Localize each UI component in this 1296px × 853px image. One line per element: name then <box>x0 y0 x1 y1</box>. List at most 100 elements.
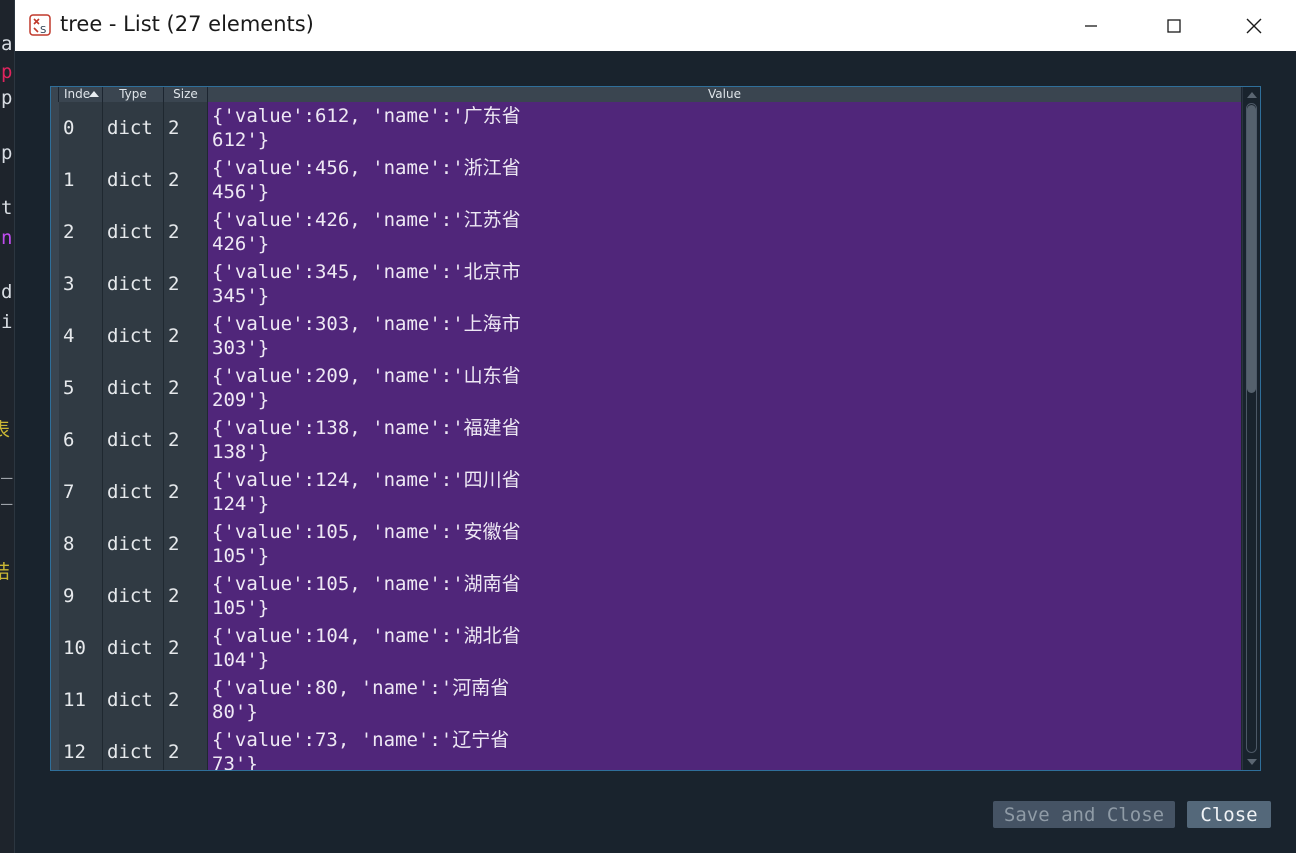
size-cell[interactable]: 2 <box>164 154 208 206</box>
maximize-icon <box>1167 18 1181 33</box>
type-cell[interactable]: dict <box>103 206 164 258</box>
scroll-down-icon[interactable] <box>1247 759 1257 765</box>
table-row[interactable]: 11 dict 2 {'value':80, 'name':'河南省 80'} <box>51 674 1242 726</box>
table-row[interactable]: 3 dict 2 {'value':345, 'name':'北京市 345'} <box>51 258 1242 310</box>
list-table[interactable]: Inde Type Size Value 0 dict 2 {'value':6… <box>50 86 1261 771</box>
editor-fragment: a <box>1 33 13 55</box>
index-cell[interactable]: 1 <box>59 154 103 206</box>
table-row[interactable]: 12 dict 2 {'value':73, 'name':'辽宁省 73'} <box>51 726 1242 770</box>
index-cell[interactable]: 6 <box>59 414 103 466</box>
type-cell[interactable]: dict <box>103 310 164 362</box>
size-cell[interactable]: 2 <box>164 258 208 310</box>
type-cell[interactable]: dict <box>103 726 164 770</box>
size-cell[interactable]: 2 <box>164 518 208 570</box>
column-header-index[interactable]: Inde <box>59 87 103 102</box>
row-gutter <box>51 674 59 726</box>
value-cell[interactable]: {'value':105, 'name':'湖南省 105'} <box>208 570 1242 622</box>
table-body: 0 dict 2 {'value':612, 'name':'广东省 612'} … <box>51 102 1242 770</box>
editor-fragment: 表 <box>0 419 11 441</box>
type-cell[interactable]: dict <box>103 258 164 310</box>
value-line: 456'} <box>212 181 270 203</box>
size-cell[interactable]: 2 <box>164 362 208 414</box>
index-cell[interactable]: 8 <box>59 518 103 570</box>
index-cell[interactable]: 12 <box>59 726 103 770</box>
table-row[interactable]: 10 dict 2 {'value':104, 'name':'湖北省 104'} <box>51 622 1242 674</box>
table-row[interactable]: 0 dict 2 {'value':612, 'name':'广东省 612'} <box>51 102 1242 154</box>
index-cell[interactable]: 3 <box>59 258 103 310</box>
value-cell[interactable]: {'value':138, 'name':'福建省 138'} <box>208 414 1242 466</box>
size-cell[interactable]: 2 <box>164 310 208 362</box>
value-cell[interactable]: {'value':80, 'name':'河南省 80'} <box>208 674 1242 726</box>
row-gutter <box>51 206 59 258</box>
type-cell[interactable]: dict <box>103 102 164 154</box>
maximize-button[interactable] <box>1144 0 1204 51</box>
value-line: 73'} <box>212 753 258 770</box>
save-and-close-button[interactable]: Save and Close <box>993 801 1175 828</box>
column-header-label: Inde <box>64 87 91 101</box>
close-window-button[interactable] <box>1224 0 1284 51</box>
index-cell[interactable]: 0 <box>59 102 103 154</box>
size-cell[interactable]: 2 <box>164 570 208 622</box>
row-gutter <box>51 258 59 310</box>
value-line: {'value':105, 'name':'湖南省 <box>212 573 521 595</box>
value-line: 124'} <box>212 493 270 515</box>
index-cell[interactable]: 5 <box>59 362 103 414</box>
table-row[interactable]: 4 dict 2 {'value':303, 'name':'上海市 303'} <box>51 310 1242 362</box>
column-header-type[interactable]: Type <box>103 87 164 102</box>
table-row[interactable]: 2 dict 2 {'value':426, 'name':'江苏省 426'} <box>51 206 1242 258</box>
index-cell[interactable]: 7 <box>59 466 103 518</box>
type-cell[interactable]: dict <box>103 518 164 570</box>
type-cell[interactable]: dict <box>103 466 164 518</box>
value-cell[interactable]: {'value':124, 'name':'四川省 124'} <box>208 466 1242 518</box>
type-cell[interactable]: dict <box>103 154 164 206</box>
type-cell[interactable]: dict <box>103 362 164 414</box>
size-cell[interactable]: 2 <box>164 102 208 154</box>
column-header-value[interactable]: Value <box>208 87 1242 102</box>
size-cell[interactable]: 2 <box>164 414 208 466</box>
value-cell[interactable]: {'value':73, 'name':'辽宁省 73'} <box>208 726 1242 770</box>
table-row[interactable]: 7 dict 2 {'value':124, 'name':'四川省 124'} <box>51 466 1242 518</box>
table-row[interactable]: 5 dict 2 {'value':209, 'name':'山东省 209'} <box>51 362 1242 414</box>
editor-fragment: i <box>1 311 13 333</box>
value-line: {'value':105, 'name':'安徽省 <box>212 521 521 543</box>
value-line: 345'} <box>212 285 270 307</box>
size-cell[interactable]: 2 <box>164 622 208 674</box>
value-cell[interactable]: {'value':612, 'name':'广东省 612'} <box>208 102 1242 154</box>
value-cell[interactable]: {'value':209, 'name':'山东省 209'} <box>208 362 1242 414</box>
table-row[interactable]: 1 dict 2 {'value':456, 'name':'浙江省 456'} <box>51 154 1242 206</box>
value-line: 426'} <box>212 233 270 255</box>
table-row[interactable]: 8 dict 2 {'value':105, 'name':'安徽省 105'} <box>51 518 1242 570</box>
scroll-thumb[interactable] <box>1247 105 1256 393</box>
value-line: 105'} <box>212 597 270 619</box>
index-cell[interactable]: 11 <box>59 674 103 726</box>
index-cell[interactable]: 4 <box>59 310 103 362</box>
value-cell[interactable]: {'value':303, 'name':'上海市 303'} <box>208 310 1242 362</box>
value-cell[interactable]: {'value':104, 'name':'湖北省 104'} <box>208 622 1242 674</box>
table-row[interactable]: 9 dict 2 {'value':105, 'name':'湖南省 105'} <box>51 570 1242 622</box>
type-cell[interactable]: dict <box>103 414 164 466</box>
size-cell[interactable]: 2 <box>164 466 208 518</box>
table-row[interactable]: 6 dict 2 {'value':138, 'name':'福建省 138'} <box>51 414 1242 466</box>
vertical-scrollbar[interactable] <box>1242 87 1260 770</box>
value-cell[interactable]: {'value':105, 'name':'安徽省 105'} <box>208 518 1242 570</box>
minimize-button[interactable] <box>1061 0 1121 51</box>
index-cell[interactable]: 9 <box>59 570 103 622</box>
row-gutter <box>51 726 59 770</box>
index-cell[interactable]: 10 <box>59 622 103 674</box>
row-gutter <box>51 102 59 154</box>
type-cell[interactable]: dict <box>103 570 164 622</box>
type-cell[interactable]: dict <box>103 622 164 674</box>
title-bar[interactable]: S tree - List (27 elements) <box>15 0 1296 51</box>
close-button[interactable]: Close <box>1187 801 1271 828</box>
column-header-size[interactable]: Size <box>164 87 208 102</box>
value-cell[interactable]: {'value':456, 'name':'浙江省 456'} <box>208 154 1242 206</box>
scroll-up-icon[interactable] <box>1247 92 1257 98</box>
type-cell[interactable]: dict <box>103 674 164 726</box>
list-editor-dialog: S tree - List (27 elements) Inde Type Si… <box>14 0 1296 853</box>
size-cell[interactable]: 2 <box>164 674 208 726</box>
index-cell[interactable]: 2 <box>59 206 103 258</box>
size-cell[interactable]: 2 <box>164 206 208 258</box>
value-cell[interactable]: {'value':345, 'name':'北京市 345'} <box>208 258 1242 310</box>
size-cell[interactable]: 2 <box>164 726 208 770</box>
value-cell[interactable]: {'value':426, 'name':'江苏省 426'} <box>208 206 1242 258</box>
